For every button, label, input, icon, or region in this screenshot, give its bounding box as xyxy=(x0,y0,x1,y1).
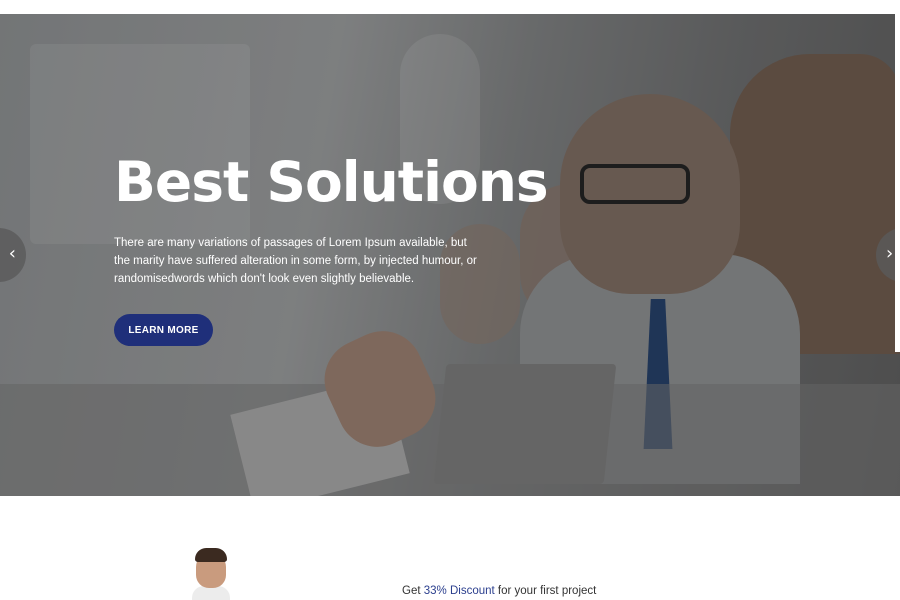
scrollbar[interactable] xyxy=(895,14,900,352)
hero-description-line: There are many variations of passages of… xyxy=(114,237,467,249)
discount-suffix: for your first project xyxy=(497,585,597,597)
discount-highlight[interactable]: 33% Discount xyxy=(424,585,495,597)
top-bar xyxy=(0,0,900,14)
hero-description-line: randomisedwords which don't look even sl… xyxy=(114,273,415,285)
avatar-hair xyxy=(195,548,227,562)
hero-description-line: the marity have suffered alteration in s… xyxy=(114,255,477,267)
chevron-left-icon: ‹ xyxy=(8,243,16,264)
hero-description: There are many variations of passages of… xyxy=(114,234,494,288)
discount-text: Get 33% Discount for your first project xyxy=(402,585,596,597)
avatar-body xyxy=(192,586,230,600)
hero-title: Best Solutions xyxy=(114,150,549,214)
chevron-right-icon: › xyxy=(886,243,894,264)
learn-more-button[interactable]: LEARN MORE xyxy=(114,314,213,346)
avatar xyxy=(190,548,232,600)
discount-prefix: Get xyxy=(402,585,421,597)
